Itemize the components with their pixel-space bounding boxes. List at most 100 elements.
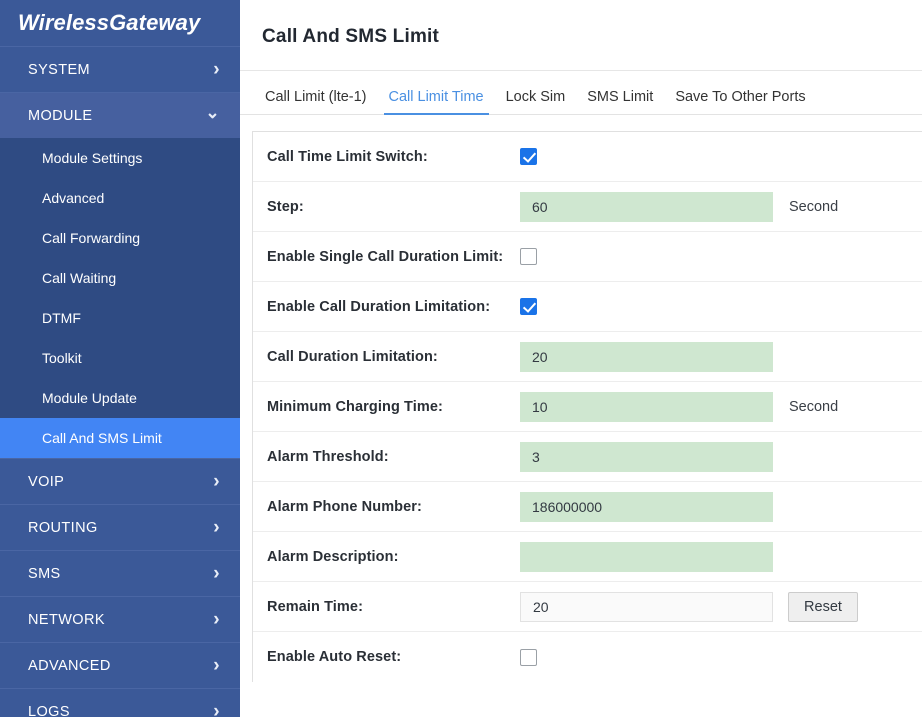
- row-label: Call Duration Limitation:: [267, 348, 438, 365]
- form-row-step: Step: Second: [253, 182, 922, 232]
- row-label: Enable Auto Reset:: [267, 649, 402, 665]
- sidebar-item-advanced[interactable]: ADVANCED: [0, 642, 240, 688]
- sidebar-subitem-label: Call Forwarding: [42, 230, 141, 246]
- remain-time-input[interactable]: [520, 591, 773, 622]
- chevron-right-icon: [213, 472, 220, 491]
- row-unit: Second: [789, 398, 839, 415]
- sidebar-subitem-advanced[interactable]: Advanced: [0, 178, 240, 218]
- reset-button[interactable]: Reset: [788, 591, 858, 622]
- alarm-description-input[interactable]: [520, 541, 773, 572]
- sidebar: WirelessGateway SYSTEM MODULE Module Set…: [0, 0, 240, 717]
- row-label: Minimum Charging Time:: [267, 398, 443, 415]
- row-label: Call Time Limit Switch:: [267, 148, 428, 165]
- tab-call-limit-lte-1[interactable]: Call Limit (lte-1): [254, 89, 378, 115]
- form-row-remain-time: Remain Time: Reset: [253, 582, 922, 632]
- row-label: Step:: [267, 198, 304, 215]
- enable-single-call-duration-limit-checkbox[interactable]: [520, 248, 537, 265]
- row-field: [520, 191, 775, 222]
- row-unit: Second: [789, 198, 839, 215]
- form-row-call-duration-limitation: Call Duration Limitation:: [253, 332, 922, 382]
- sidebar-subitem-label: Module Settings: [42, 150, 143, 166]
- sidebar-subitem-label: Call Waiting: [42, 270, 117, 286]
- sidebar-subitem-label: Module Update: [42, 390, 137, 406]
- form-row-minimum-charging-time: Minimum Charging Time: Second: [253, 382, 922, 432]
- sidebar-subitem-label: DTMF: [42, 310, 81, 326]
- enable-call-duration-limitation-checkbox[interactable]: [520, 298, 537, 315]
- brand-logo: WirelessGateway: [0, 0, 240, 46]
- row-field: [520, 541, 775, 572]
- minimum-charging-time-input[interactable]: [520, 391, 773, 422]
- sidebar-item-sms[interactable]: SMS: [0, 550, 240, 596]
- form-row-alarm-description: Alarm Description:: [253, 532, 922, 582]
- row-field: [520, 341, 775, 372]
- tab-call-limit-time[interactable]: Call Limit Time: [378, 89, 495, 115]
- row-label: Alarm Threshold:: [267, 448, 389, 465]
- form-row-alarm-threshold: Alarm Threshold:: [253, 432, 922, 482]
- sidebar-subitem-toolkit[interactable]: Toolkit: [0, 338, 240, 378]
- chevron-right-icon: [213, 702, 220, 717]
- sidebar-item-system[interactable]: SYSTEM: [0, 46, 240, 92]
- call-duration-limitation-input[interactable]: [520, 341, 773, 372]
- sidebar-subitem-label: Toolkit: [42, 350, 82, 366]
- sidebar-item-label: VOIP: [28, 473, 65, 490]
- row-field: [520, 591, 775, 622]
- sidebar-subitem-module-settings[interactable]: Module Settings: [0, 138, 240, 178]
- sidebar-item-voip[interactable]: VOIP: [0, 458, 240, 504]
- row-label: Alarm Phone Number:: [267, 498, 422, 515]
- alarm-threshold-input[interactable]: [520, 441, 773, 472]
- sidebar-submenu-module: Module Settings Advanced Call Forwarding…: [0, 138, 240, 458]
- sidebar-subitem-call-and-sms-limit[interactable]: Call And SMS Limit: [0, 418, 240, 458]
- tab-bar: Call Limit (lte-1) Call Limit Time Lock …: [240, 71, 922, 115]
- sidebar-subitem-label: Advanced: [42, 190, 105, 206]
- sidebar-item-label: ADVANCED: [28, 657, 111, 674]
- row-label: Alarm Description:: [267, 548, 399, 565]
- form-row-enable-auto-reset: Enable Auto Reset:: [253, 632, 922, 682]
- sidebar-item-routing[interactable]: ROUTING: [0, 504, 240, 550]
- row-field: [520, 648, 775, 666]
- sidebar-item-network[interactable]: NETWORK: [0, 596, 240, 642]
- main-content: Call And SMS Limit Call Limit (lte-1) Ca…: [240, 0, 922, 717]
- chevron-right-icon: [213, 564, 220, 583]
- tab-sms-limit[interactable]: SMS Limit: [576, 89, 664, 115]
- chevron-right-icon: [213, 518, 220, 537]
- sidebar-item-logs[interactable]: LOGS: [0, 688, 240, 717]
- chevron-right-icon: [213, 610, 220, 629]
- row-field: [520, 441, 775, 472]
- sidebar-item-label: NETWORK: [28, 611, 105, 628]
- sidebar-subitem-call-waiting[interactable]: Call Waiting: [0, 258, 240, 298]
- tab-lock-sim[interactable]: Lock Sim: [495, 89, 577, 115]
- form-row-alarm-phone-number: Alarm Phone Number:: [253, 482, 922, 532]
- row-label: Remain Time:: [267, 598, 364, 615]
- tab-save-to-other-ports[interactable]: Save To Other Ports: [664, 89, 816, 115]
- sidebar-group-system: SYSTEM: [0, 46, 240, 92]
- sidebar-subitem-label: Call And SMS Limit: [42, 430, 162, 446]
- sidebar-subitem-call-forwarding[interactable]: Call Forwarding: [0, 218, 240, 258]
- row-field: [520, 298, 775, 315]
- sidebar-item-label: ROUTING: [28, 519, 98, 536]
- sidebar-item-module[interactable]: MODULE: [0, 92, 240, 138]
- sidebar-item-label: SYSTEM: [28, 61, 91, 78]
- call-time-limit-switch-checkbox[interactable]: [520, 148, 537, 165]
- settings-panel: Call Time Limit Switch: Step: Second Ena…: [252, 131, 922, 682]
- step-input[interactable]: [520, 191, 773, 222]
- sidebar-subitem-dtmf[interactable]: DTMF: [0, 298, 240, 338]
- row-field: [520, 148, 775, 165]
- form-row-enable-call-duration-limitation: Enable Call Duration Limitation:: [253, 282, 922, 332]
- row-field: [520, 491, 775, 522]
- row-label: Enable Single Call Duration Limit:: [267, 248, 504, 265]
- sidebar-subitem-module-update[interactable]: Module Update: [0, 378, 240, 418]
- chevron-right-icon: [213, 60, 220, 79]
- enable-auto-reset-checkbox[interactable]: [520, 648, 537, 666]
- row-field: [520, 248, 775, 265]
- row-label: Enable Call Duration Limitation:: [267, 298, 491, 315]
- row-field: [520, 391, 775, 422]
- alarm-phone-number-input[interactable]: [520, 491, 773, 522]
- sidebar-item-label: SMS: [28, 565, 61, 582]
- page-title: Call And SMS Limit: [240, 0, 922, 71]
- app-window: WirelessGateway SYSTEM MODULE Module Set…: [0, 0, 922, 717]
- chevron-right-icon: [213, 656, 220, 675]
- form-row-call-time-limit-switch: Call Time Limit Switch:: [253, 132, 922, 182]
- sidebar-group-module: MODULE Module Settings Advanced Call For…: [0, 92, 240, 458]
- chevron-down-icon: [205, 107, 220, 124]
- form-row-enable-single-call-duration-limit: Enable Single Call Duration Limit:: [253, 232, 922, 282]
